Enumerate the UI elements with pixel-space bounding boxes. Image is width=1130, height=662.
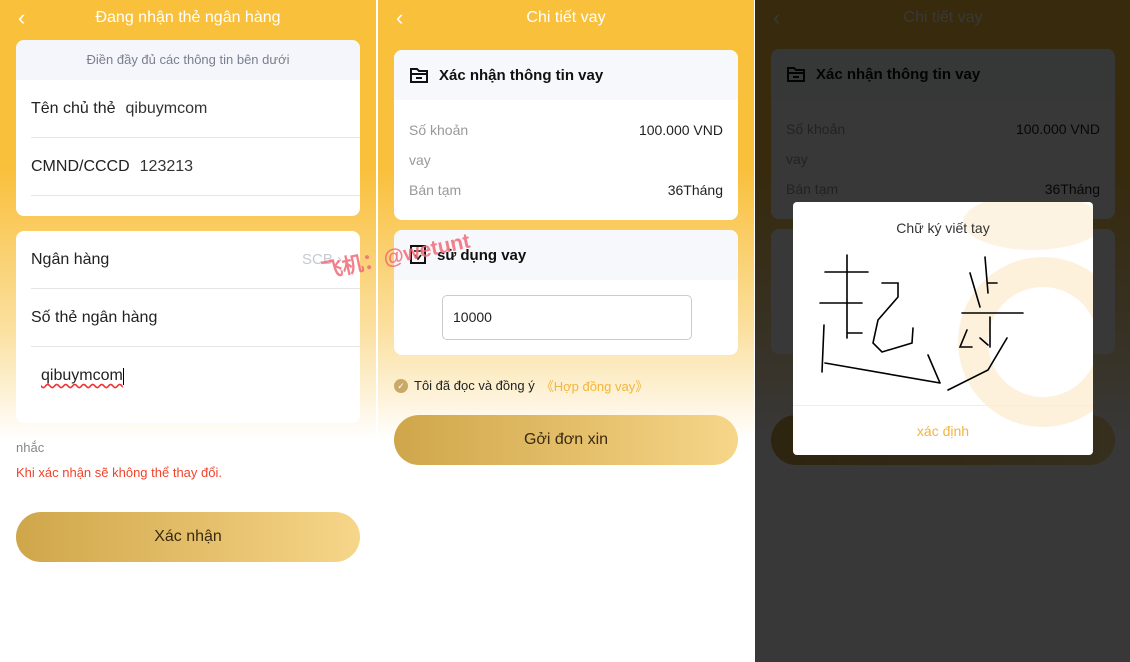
screen-bank-card: ‹ Đang nhận thẻ ngân hàng Điền đầy đủ cá…: [0, 0, 376, 662]
amount-label-cont: vay: [409, 152, 431, 168]
bank-card: Ngân hàng SCB › Số thẻ ngân hàng qibuymco…: [16, 231, 360, 423]
amount-value: 100.000 VND: [638, 122, 723, 138]
confirm-button[interactable]: Xác nhận: [16, 512, 360, 562]
term-label: Bán tạm: [409, 182, 462, 198]
agreement: ✓ Tôi đã đọc và đồng ý 《Hợp đồng vay》: [394, 376, 648, 395]
card-holder-card: Điền đầy đủ các thông tin bên dưới Tên c…: [16, 40, 360, 216]
id-row[interactable]: CMND/CCCD 123213: [31, 138, 360, 196]
page-title: Đang nhận thẻ ngân hàng: [95, 9, 281, 26]
remind-label: nhắc: [16, 440, 45, 455]
card-number-value[interactable]: qibuymcom: [31, 367, 123, 385]
bank-select-row[interactable]: Ngân hàng SCB ›: [31, 231, 360, 289]
id-value[interactable]: 123213: [140, 158, 193, 176]
holder-value[interactable]: qibuymcom: [126, 100, 208, 118]
submit-button[interactable]: Gởi đơn xin: [394, 415, 738, 465]
term-value: 36Tháng: [667, 182, 723, 198]
signature-modal: Chữ ký viết tay xác định: [793, 202, 1093, 455]
folder-icon: [410, 68, 428, 83]
signature-confirm-button[interactable]: xác định: [793, 405, 1093, 455]
info-title: Xác nhận thông tin vay: [439, 66, 604, 84]
holder-label: Tên chủ thẻ: [31, 99, 116, 117]
warning-text: Khi xác nhận sẽ không thể thay đổi.: [16, 465, 222, 480]
loan-info-card: Xác nhận thông tin vay Số khoản 100.000 V…: [394, 50, 738, 220]
header: ‹ Đang nhận thẻ ngân hàng: [0, 0, 376, 36]
page-title: Chi tiết vay: [526, 9, 606, 26]
back-icon[interactable]: ‹: [396, 0, 403, 36]
screen-loan-detail: ‹ Chi tiết vay Xác nhận thông tin vay Số…: [378, 0, 754, 662]
back-icon[interactable]: ‹: [18, 0, 25, 36]
card-number-label-row: Số thẻ ngân hàng: [31, 289, 360, 347]
holder-row[interactable]: Tên chủ thẻ qibuymcom: [31, 80, 360, 138]
card-number-input[interactable]: qibuymcom: [31, 347, 360, 405]
id-label: CMND/CCCD: [31, 157, 130, 175]
screen-signature: ‹ Chi tiết vay Xác nhận thông tin vay Số…: [755, 0, 1130, 662]
contract-link[interactable]: 《Hợp đồng vay》: [541, 376, 649, 395]
agree-text: Tôi đã đọc và đồng ý: [414, 378, 535, 393]
amount-label: Số khoản: [409, 122, 469, 138]
hint-text: Điền đầy đủ các thông tin bên dưới: [16, 40, 360, 80]
bank-label: Ngân hàng: [31, 250, 110, 268]
checkbox-checked-icon[interactable]: ✓: [394, 378, 408, 393]
card-number-label: Số thẻ ngân hàng: [31, 308, 158, 326]
text-caret: [122, 367, 124, 385]
usage-amount-input[interactable]: 10000: [442, 295, 692, 340]
header: ‹ Chi tiết vay: [378, 0, 754, 36]
